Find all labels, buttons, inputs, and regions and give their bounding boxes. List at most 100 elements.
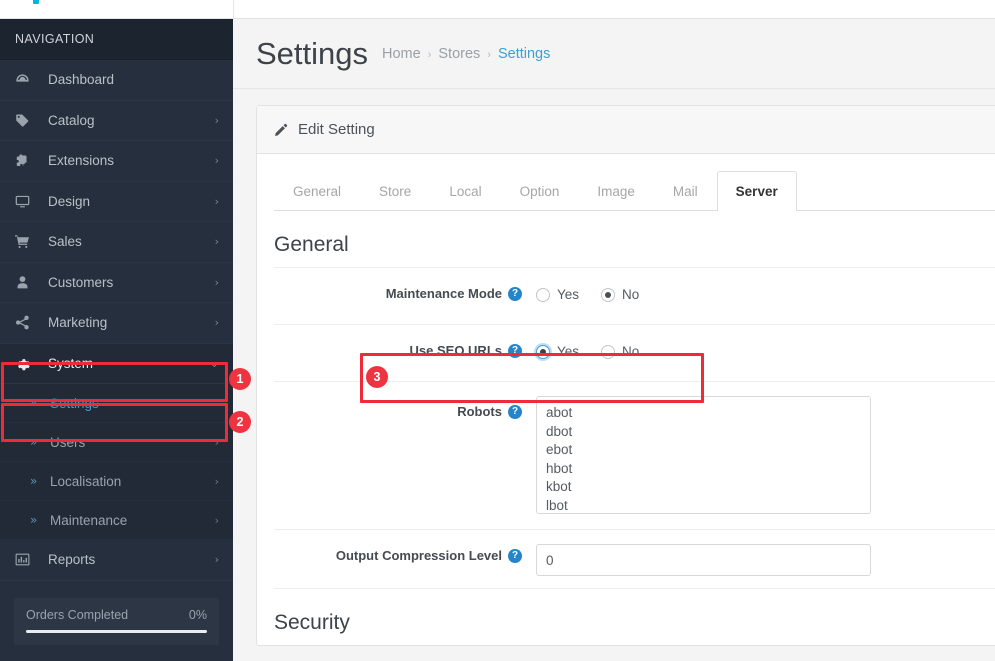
share-icon xyxy=(15,315,37,330)
chevron-right-icon: › xyxy=(215,277,219,288)
maintenance-mode-radio-no[interactable]: No xyxy=(601,287,639,302)
sidebar-item-label: System xyxy=(37,356,210,371)
maintenance-mode-control: Yes No xyxy=(536,280,995,302)
sidebar-item-reports[interactable]: Reports › xyxy=(0,540,233,581)
orders-completed-progress xyxy=(26,630,207,633)
settings-tabs: General Store Local Option Image Mail Se… xyxy=(274,171,995,211)
system-submenu: » Settings » Users › » Localisation › » … xyxy=(0,384,233,540)
radio-unchecked-icon[interactable] xyxy=(601,345,615,359)
help-icon[interactable]: ? xyxy=(508,549,522,563)
tab-general[interactable]: General xyxy=(274,171,360,211)
radio-checked-icon[interactable] xyxy=(536,345,550,359)
robots-textarea[interactable]: abot dbot ebot hbot kbot lbot xyxy=(536,396,871,514)
sidebar-nav-list: Dashboard Catalog › Extensions › xyxy=(0,60,233,384)
form-row-maintenance-mode: Maintenance Mode ? Yes No xyxy=(274,268,995,325)
radio-label: No xyxy=(622,344,639,359)
use-seo-urls-label-wrap: Use SEO URLs ? xyxy=(274,337,536,358)
chevron-right-icon: › xyxy=(215,196,219,207)
use-seo-urls-radio-no[interactable]: No xyxy=(601,344,639,359)
use-seo-urls-radio-group: Yes No xyxy=(536,339,995,359)
dashboard-icon xyxy=(15,72,37,87)
help-icon[interactable]: ? xyxy=(508,405,522,419)
double-chevron-icon: » xyxy=(30,474,50,488)
breadcrumb-separator-icon: › xyxy=(428,49,432,61)
tab-local[interactable]: Local xyxy=(430,171,500,211)
puzzle-icon xyxy=(15,153,37,168)
breadcrumb-item-stores[interactable]: Stores xyxy=(438,46,480,62)
annotation-badge-2: 2 xyxy=(229,411,251,433)
output-compression-level-input[interactable] xyxy=(536,544,871,576)
tab-mail[interactable]: Mail xyxy=(654,171,717,211)
double-chevron-icon: » xyxy=(30,435,50,449)
radio-label: No xyxy=(622,287,639,302)
annotation-badge-3: 3 xyxy=(366,366,388,388)
help-icon[interactable]: ? xyxy=(508,287,522,301)
output-compression-label-wrap: Output Compression Level ? xyxy=(274,542,536,563)
cart-icon xyxy=(15,234,37,249)
sidebar-item-extensions[interactable]: Extensions › xyxy=(0,141,233,182)
form-row-output-compression-level: Output Compression Level ? xyxy=(274,530,995,589)
output-compression-control xyxy=(536,542,995,576)
brand-logo-icon xyxy=(33,0,39,4)
use-seo-urls-label: Use SEO URLs xyxy=(410,343,502,358)
sidebar-item-label: Marketing xyxy=(37,315,215,330)
topbar-divider xyxy=(233,0,234,19)
use-seo-urls-radio-yes[interactable]: Yes xyxy=(536,344,579,359)
sidebar-subitem-label: Users xyxy=(50,435,215,450)
pencil-icon xyxy=(274,123,288,137)
tag-icon xyxy=(15,113,37,128)
form-row-robots: Robots ? abot dbot ebot hbot kbot lbot xyxy=(274,382,995,530)
annotation-badge-1: 1 xyxy=(229,368,251,390)
robots-label-wrap: Robots ? xyxy=(274,394,536,419)
chevron-right-icon: › xyxy=(215,436,219,449)
top-bar xyxy=(0,0,995,19)
help-icon[interactable]: ? xyxy=(508,344,522,358)
sidebar-item-sales[interactable]: Sales › xyxy=(0,222,233,263)
radio-label: Yes xyxy=(557,344,579,359)
sidebar-item-label: Sales xyxy=(37,234,215,249)
double-chevron-icon: » xyxy=(30,396,50,410)
breadcrumb-item-home[interactable]: Home xyxy=(382,46,421,62)
sidebar-nav-list-secondary: Reports › xyxy=(0,540,233,581)
sidebar-item-customers[interactable]: Customers › xyxy=(0,263,233,304)
sidebar-item-maintenance[interactable]: » Maintenance › xyxy=(0,501,233,540)
chevron-right-icon: › xyxy=(215,155,219,166)
sidebar-item-design[interactable]: Design › xyxy=(0,182,233,223)
tab-server[interactable]: Server xyxy=(717,171,797,211)
sidebar-subitem-label: Maintenance xyxy=(50,513,215,528)
sidebar-item-label: Design xyxy=(37,194,215,209)
sidebar-item-marketing[interactable]: Marketing › xyxy=(0,303,233,344)
orders-completed-card: Orders Completed 0% xyxy=(14,598,219,645)
sidebar-item-catalog[interactable]: Catalog › xyxy=(0,101,233,142)
chevron-right-icon: › xyxy=(215,317,219,328)
orders-completed-label: Orders Completed xyxy=(26,608,128,622)
radio-label: Yes xyxy=(557,287,579,302)
page-header: Settings Home › Stores › Settings xyxy=(233,19,995,89)
sidebar-item-settings[interactable]: » Settings xyxy=(0,384,233,423)
radio-checked-icon[interactable] xyxy=(601,288,615,302)
tab-store[interactable]: Store xyxy=(360,171,430,211)
sidebar-item-label: Customers xyxy=(37,275,215,290)
sidebar-item-users[interactable]: » Users › xyxy=(0,423,233,462)
sidebar-item-system[interactable]: System ⌄ xyxy=(0,344,233,385)
robots-label: Robots xyxy=(457,404,502,419)
maintenance-mode-label: Maintenance Mode xyxy=(386,286,502,301)
sidebar-subitem-label: Localisation xyxy=(50,474,215,489)
sidebar-item-label: Extensions xyxy=(37,153,215,168)
screen: NAVIGATION Dashboard Catalog › xyxy=(0,0,995,661)
sidebar-item-dashboard[interactable]: Dashboard xyxy=(0,60,233,101)
robots-control: abot dbot ebot hbot kbot lbot xyxy=(536,394,995,517)
maintenance-mode-radio-yes[interactable]: Yes xyxy=(536,287,579,302)
breadcrumb-separator-icon: › xyxy=(487,49,491,61)
sidebar-header: NAVIGATION xyxy=(0,19,233,60)
radio-unchecked-icon[interactable] xyxy=(536,288,550,302)
sidebar-item-localisation[interactable]: » Localisation › xyxy=(0,462,233,501)
breadcrumb-item-settings[interactable]: Settings xyxy=(498,46,550,62)
tab-image[interactable]: Image xyxy=(578,171,654,211)
sidebar-item-label: Catalog xyxy=(37,113,215,128)
sidebar-item-label: Dashboard xyxy=(37,72,219,87)
section-title-security: Security xyxy=(274,589,995,645)
use-seo-urls-control: Yes No xyxy=(536,337,995,359)
main-content: Settings Home › Stores › Settings Edit S… xyxy=(233,19,995,661)
tab-option[interactable]: Option xyxy=(501,171,579,211)
